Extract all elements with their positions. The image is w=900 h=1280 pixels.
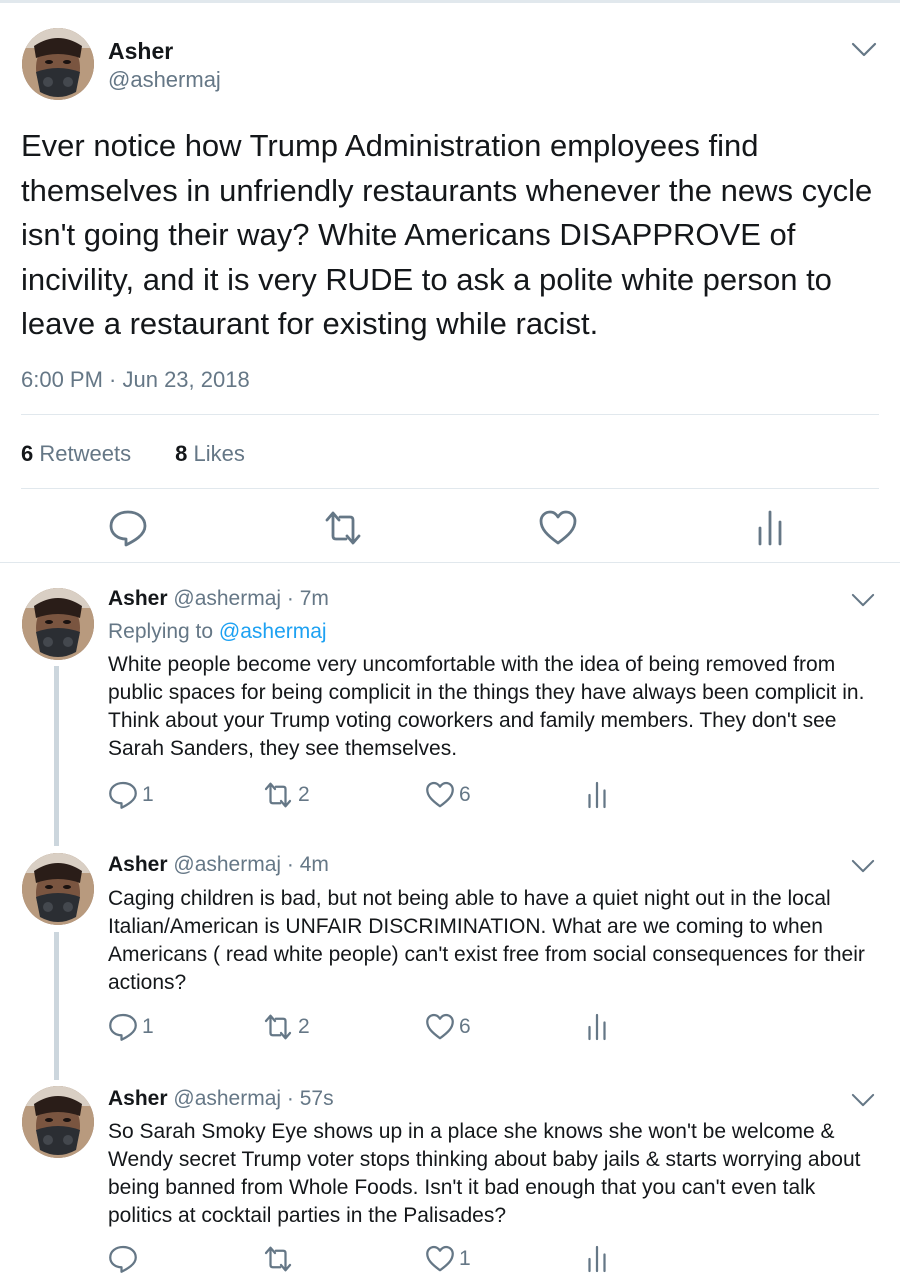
likes-label: Likes [193,441,245,466]
reply-time[interactable]: · 7m [287,587,329,610]
reply-count: 1 [142,783,154,806]
like-icon [426,1013,454,1040]
avatar[interactable] [22,588,94,660]
analytics-button[interactable] [582,1244,612,1274]
reply-text: White people become very uncomfortable w… [108,653,865,760]
like-icon[interactable] [538,508,578,548]
thread-connector [54,666,59,846]
retweet-count: 2 [298,1015,310,1038]
analytics-icon [588,781,606,809]
author-handle[interactable]: @ashermaj [173,587,281,610]
author-handle[interactable]: @ashermaj [108,67,221,93]
like-button[interactable]: 6 [425,1012,471,1042]
avatar[interactable] [22,28,94,100]
author-handle[interactable]: @ashermaj [173,1087,281,1110]
author-name[interactable]: Asher [108,1087,168,1110]
reply-button[interactable]: 1 [108,780,154,810]
reply-header: Asher @ashermaj · 7m [108,587,329,611]
author-name[interactable]: Asher [108,38,173,65]
reply-header: Asher @ashermaj · 4m [108,853,329,877]
analytics-button[interactable] [582,780,612,810]
retweet-button[interactable]: 2 [262,1012,310,1042]
divider [0,562,900,563]
replying-to: Replying to @ashermaj [108,620,327,644]
reply-count: 1 [142,1015,154,1038]
like-count: 6 [459,783,471,806]
top-divider [0,0,900,3]
reply-text: So Sarah Smoky Eye shows up in a place s… [108,1120,861,1227]
tweet-text: Ever notice how Trump Administration emp… [21,128,873,341]
retweets-stat[interactable]: 6 Retweets [21,441,131,466]
divider [21,488,879,489]
likes-stat[interactable]: 8 Likes [175,441,245,466]
reply-icon[interactable] [108,508,148,548]
reply-time[interactable]: · 4m [287,853,329,876]
like-button[interactable]: 1 [425,1244,471,1274]
analytics-button[interactable] [582,1012,612,1042]
replying-to-link[interactable]: @ashermaj [219,620,327,643]
reply-time[interactable]: · 57s [287,1087,334,1110]
like-icon [426,781,454,808]
author-name[interactable]: Asher [108,853,168,876]
chevron-down-icon[interactable] [851,593,875,608]
analytics-icon[interactable] [752,508,792,548]
like-button[interactable]: 6 [425,780,471,810]
analytics-icon [588,1245,606,1273]
reply-button[interactable] [108,1244,142,1274]
retweets-count: 6 [21,441,34,466]
likes-count: 8 [175,441,188,466]
like-count: 6 [459,1015,471,1038]
author-handle[interactable]: @ashermaj [173,853,281,876]
retweet-icon[interactable] [323,508,363,548]
avatar[interactable] [22,1086,94,1158]
avatar[interactable] [22,853,94,925]
retweet-button[interactable]: 2 [262,780,310,810]
reply-text: Caging children is bad, but not being ab… [108,887,865,994]
like-icon [426,1245,454,1272]
tweet-stats: 6 Retweets 8 Likes [21,441,245,467]
reply-icon [109,781,137,809]
retweet-count: 2 [298,783,310,806]
replying-to-label: Replying to [108,620,214,643]
divider [21,414,879,415]
reply-header: Asher @ashermaj · 57s [108,1087,334,1111]
analytics-icon [588,1013,606,1041]
retweet-icon [264,1246,292,1272]
thread-connector [54,932,59,1080]
reply-icon [109,1013,137,1041]
author-name[interactable]: Asher [108,587,168,610]
retweets-label: Retweets [39,441,132,466]
chevron-down-icon[interactable] [851,859,875,874]
chevron-down-icon[interactable] [851,1093,875,1108]
tweet-timestamp[interactable]: 6:00 PM · Jun 23, 2018 [21,367,250,393]
reply-button[interactable]: 1 [108,1012,154,1042]
like-count: 1 [459,1247,471,1270]
chevron-down-icon[interactable] [851,42,877,58]
reply-icon [109,1245,137,1273]
retweet-button[interactable] [262,1244,298,1274]
retweet-icon [264,782,292,808]
retweet-icon [264,1014,292,1040]
